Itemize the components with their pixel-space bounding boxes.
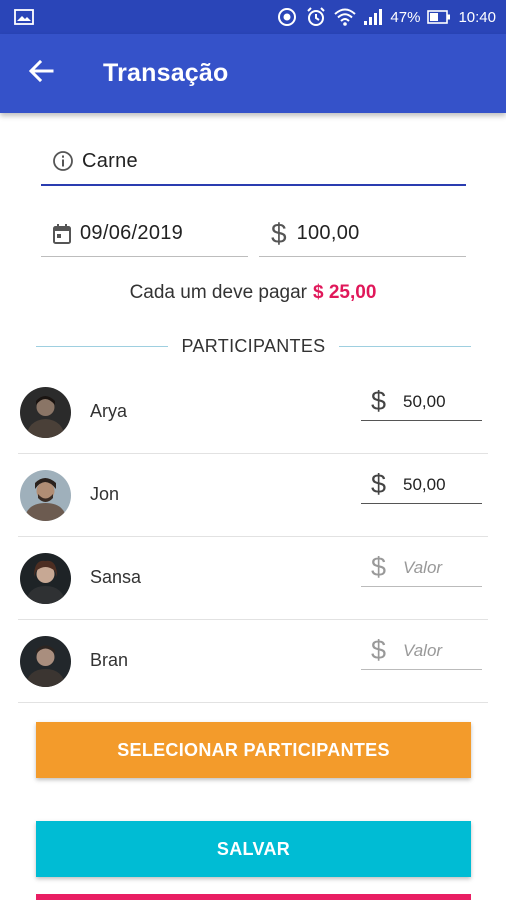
summary-amount: $ 25,00 bbox=[313, 282, 377, 303]
avatar bbox=[20, 553, 71, 604]
avatar bbox=[20, 387, 71, 438]
back-button[interactable] bbox=[14, 47, 68, 101]
divider-right bbox=[339, 345, 471, 347]
sync-icon bbox=[276, 6, 298, 28]
battery-percent: 47% bbox=[390, 8, 421, 26]
description-value: Carne bbox=[82, 149, 138, 172]
participant-name: Arya bbox=[90, 401, 128, 421]
battery-icon bbox=[427, 10, 451, 24]
participant-value-placeholder: Valor bbox=[403, 557, 443, 577]
description-field[interactable]: Carne bbox=[41, 138, 466, 186]
dollar-icon: $ bbox=[371, 552, 387, 582]
select-participants-button[interactable]: SELECIONAR PARTICIPANTES bbox=[36, 722, 471, 778]
calendar-icon bbox=[52, 223, 72, 245]
dollar-icon: $ bbox=[271, 217, 287, 249]
participant-name: Jon bbox=[90, 484, 120, 504]
participant-value-placeholder: Valor bbox=[403, 640, 443, 660]
participant-value-field[interactable]: $ 50,00 bbox=[361, 383, 482, 421]
wifi-icon bbox=[334, 7, 357, 27]
dollar-icon: $ bbox=[371, 469, 387, 499]
participant-value-field[interactable]: $ 50,00 bbox=[361, 466, 482, 504]
participant-value: 50,00 bbox=[403, 391, 446, 411]
total-field[interactable]: $ 100,00 bbox=[259, 211, 466, 257]
status-bar: 47% 10:40 bbox=[0, 0, 506, 34]
signal-icon bbox=[363, 8, 383, 26]
save-button[interactable]: SALVAR bbox=[36, 821, 471, 877]
app-bar: Transação bbox=[0, 34, 506, 113]
participant-row-jon: Jon $ 50,00 bbox=[18, 454, 488, 537]
participant-name: Sansa bbox=[90, 567, 142, 587]
avatar bbox=[20, 636, 71, 687]
info-icon bbox=[52, 150, 74, 172]
summary-text: Cada um deve pagar bbox=[129, 282, 308, 303]
participant-row-arya: Arya $ 50,00 bbox=[18, 371, 488, 454]
split-summary: Cada um deve pagar $ 25,00 bbox=[0, 282, 506, 304]
date-value: 09/06/2019 bbox=[80, 222, 184, 244]
section-label: PARTICIPANTES bbox=[181, 335, 326, 356]
participants-section-title: PARTICIPANTES bbox=[36, 334, 471, 358]
participant-name: Bran bbox=[90, 650, 129, 670]
alarm-icon bbox=[305, 6, 327, 28]
arrow-back-icon bbox=[28, 59, 54, 88]
avatar bbox=[20, 470, 71, 521]
page-title: Transação bbox=[103, 59, 229, 87]
participant-row-sansa: Sansa $ Valor bbox=[18, 537, 488, 620]
bottom-action-button[interactable] bbox=[36, 894, 471, 900]
dollar-icon: $ bbox=[371, 386, 387, 416]
status-time: 10:40 bbox=[458, 8, 496, 26]
participant-value-field[interactable]: $ Valor bbox=[361, 549, 482, 587]
divider-left bbox=[36, 345, 168, 347]
total-value: 100,00 bbox=[296, 222, 360, 244]
participant-value: 50,00 bbox=[403, 474, 446, 494]
dollar-icon: $ bbox=[371, 635, 387, 665]
participant-row-bran: Bran $ Valor bbox=[18, 620, 488, 703]
image-icon bbox=[14, 9, 34, 25]
participant-value-field[interactable]: $ Valor bbox=[361, 632, 482, 670]
date-field[interactable]: 09/06/2019 bbox=[41, 211, 248, 257]
